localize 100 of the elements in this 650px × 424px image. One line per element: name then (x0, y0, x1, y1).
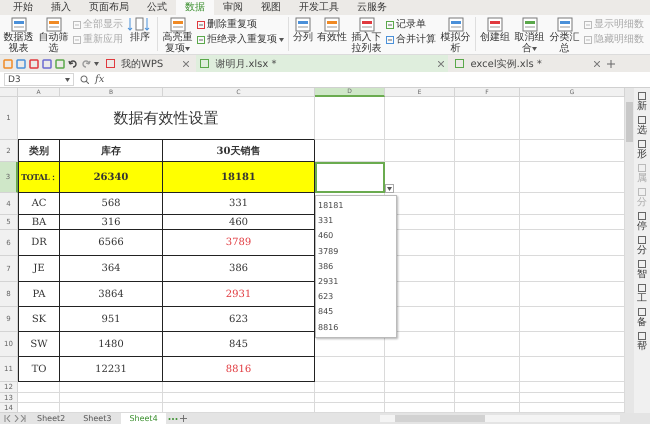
square-icon (638, 308, 646, 316)
empty-cell[interactable] (455, 215, 520, 230)
empty-cell[interactable] (455, 230, 520, 256)
ribbon-button[interactable]: 分类汇总 (547, 17, 582, 54)
horizontal-scrollbar[interactable] (380, 415, 620, 422)
function-button[interactable]: fx (95, 74, 104, 85)
dropdown-option[interactable]: 2931 (316, 274, 396, 290)
ribbon-button[interactable]: 记录单 (386, 19, 436, 31)
table-cell: BA (18, 215, 60, 230)
scrollbar[interactable] (625, 88, 634, 413)
menu-tab[interactable]: 云服务 (348, 0, 396, 15)
side-panel-button[interactable]: 智 (637, 260, 647, 280)
ribbon-button[interactable]: 有效性 (315, 17, 349, 43)
dropdown-option[interactable]: 460 (316, 228, 396, 244)
side-panel-button[interactable]: 新 (637, 92, 647, 112)
ribbon-button[interactable]: 自动筛选 (36, 17, 71, 54)
plus-icon[interactable] (606, 60, 615, 68)
empty-cell[interactable] (455, 97, 520, 140)
name-box[interactable]: D3 (4, 73, 74, 86)
dropdown-option[interactable]: 8816 (316, 320, 396, 335)
menu-tab[interactable]: 开始 (4, 0, 42, 15)
empty-cell[interactable] (455, 193, 520, 215)
empty-cell[interactable] (385, 382, 455, 393)
side-panel-button[interactable]: 帮 (637, 332, 647, 352)
ribbon-button[interactable]: 模拟分析 (438, 17, 473, 54)
document-tab[interactable]: 我的WPS (102, 55, 194, 72)
empty-cell[interactable] (455, 140, 520, 162)
sheet-nav-icon[interactable] (3, 415, 27, 422)
menu-tab[interactable]: 开发工具 (290, 0, 348, 15)
empty-cell[interactable] (455, 393, 520, 403)
dropdown-option[interactable]: 331 (316, 213, 396, 228)
dropdown-option[interactable]: 18181 (316, 198, 396, 214)
ribbon-button[interactable]: 取消组合 (512, 17, 547, 54)
close-icon[interactable] (594, 60, 600, 66)
ribbon-button[interactable]: 创建组 (478, 17, 512, 43)
select-all-corner[interactable] (0, 88, 18, 97)
side-panel-button[interactable]: 分 (637, 236, 647, 256)
empty-cell[interactable] (385, 140, 455, 162)
empty-cell[interactable] (455, 282, 520, 307)
menu-tab[interactable]: 页面布局 (80, 0, 138, 15)
side-panel-button[interactable]: 形 (637, 140, 647, 160)
dropdown-option[interactable]: 386 (316, 258, 396, 274)
zoom-icon[interactable] (80, 75, 89, 84)
table-cell: SW (18, 332, 60, 357)
plus-icon[interactable] (180, 415, 187, 422)
table-cell: 8816 (163, 357, 315, 382)
empty-cell[interactable] (60, 382, 163, 393)
document-tab[interactable]: 谢明月.xlsx * (196, 55, 448, 72)
empty-cell[interactable] (385, 357, 455, 382)
more-icon[interactable] (168, 416, 178, 420)
empty-cell[interactable] (315, 382, 385, 393)
menu-tab[interactable]: 公式 (138, 0, 176, 15)
sheet-tab[interactable]: Sheet4 (121, 413, 166, 424)
empty-cell[interactable] (520, 393, 625, 403)
dropdown-option[interactable]: 845 (316, 304, 396, 320)
ribbon-button[interactable]: 高亮重复项 (160, 17, 195, 54)
side-panel-button[interactable]: 备 (637, 308, 647, 328)
empty-cell[interactable] (385, 393, 455, 403)
empty-cell[interactable] (315, 97, 385, 140)
empty-cell[interactable] (315, 393, 385, 403)
empty-cell[interactable] (455, 382, 520, 393)
empty-cell[interactable] (455, 307, 520, 332)
menu-tab[interactable]: 数据 (176, 0, 214, 15)
ribbon-button[interactable]: 合并计算 (386, 34, 436, 46)
ribbon-button[interactable]: 拒绝录入重复项 (197, 34, 284, 46)
side-panel-button[interactable]: 停 (637, 212, 647, 232)
empty-cell[interactable] (455, 332, 520, 357)
undo-icon[interactable] (68, 58, 78, 68)
menu-tab[interactable]: 插入 (42, 0, 80, 15)
empty-cell[interactable] (60, 393, 163, 403)
ribbon-button[interactable]: 数据透视表 (1, 17, 36, 54)
empty-cell[interactable] (520, 382, 625, 393)
empty-cell[interactable] (163, 393, 315, 403)
table-cell: 623 (163, 307, 315, 332)
sort-button[interactable]: 排序 (125, 17, 155, 43)
ribbon-button[interactable]: 插入下拉列表 (349, 17, 384, 54)
menu-tab[interactable]: 视图 (252, 0, 290, 15)
dropdown-option[interactable]: 623 (316, 289, 396, 304)
table-cell: DR (18, 230, 60, 256)
empty-cell[interactable] (455, 256, 520, 282)
empty-cell[interactable] (455, 162, 520, 193)
document-tab[interactable]: excel实例.xls * (451, 55, 604, 72)
menu-tab[interactable]: 审阅 (214, 0, 252, 15)
table-cell: 3789 (163, 230, 315, 256)
side-panel-button[interactable]: 工 (637, 284, 647, 304)
empty-cell[interactable] (385, 97, 455, 140)
empty-cell[interactable] (163, 382, 315, 393)
side-panel-button[interactable]: 选 (637, 116, 647, 136)
ribbon-button[interactable]: 分列 (291, 17, 315, 43)
selected-cell[interactable] (315, 162, 385, 193)
sheet-tab[interactable]: Sheet2 (29, 413, 74, 424)
sheet-tab[interactable]: Sheet3 (75, 413, 120, 424)
close-icon[interactable] (183, 60, 190, 66)
dropdown-option[interactable]: 3789 (316, 244, 396, 259)
empty-cell[interactable] (455, 357, 520, 382)
table-cell: SK (18, 307, 60, 332)
dropdown-button[interactable] (385, 184, 394, 193)
square-icon (638, 332, 646, 340)
ribbon-button[interactable]: 删除重复项 (197, 19, 284, 31)
close-icon[interactable] (438, 60, 444, 66)
